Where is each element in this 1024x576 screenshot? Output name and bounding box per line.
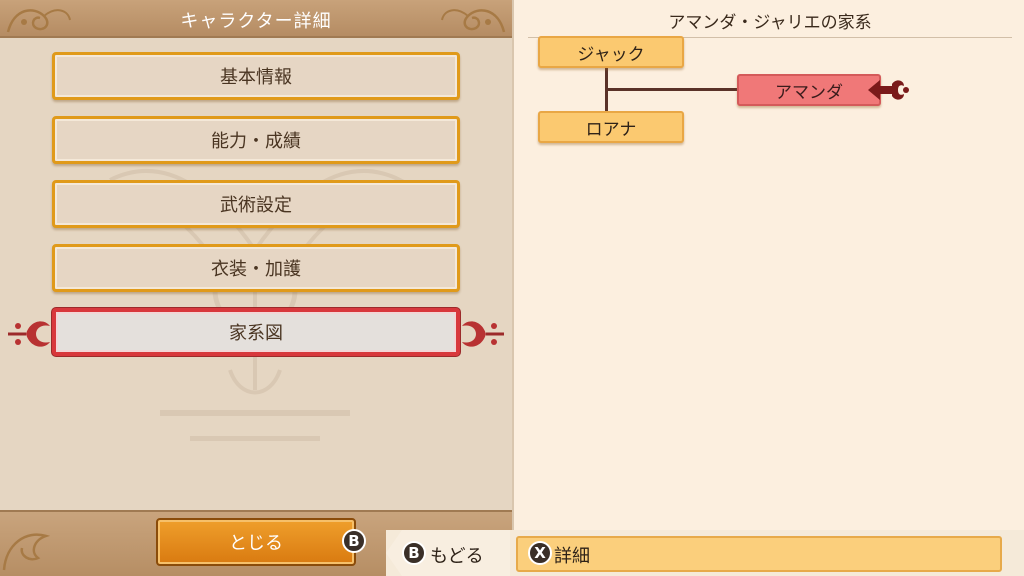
tree-node-mother[interactable]: ロアナ	[538, 111, 684, 143]
menu-ability-record-label: 能力・成績	[211, 131, 301, 152]
menu-martial-settings-label: 武術設定	[220, 195, 292, 216]
tree-node-label: アマンダ	[775, 82, 843, 103]
selection-ornament-left-icon	[8, 321, 50, 347]
selection-ornament-right-icon	[462, 321, 504, 347]
tree-node-label: ジャック	[577, 44, 645, 65]
left-panel-title: キャラクター詳細	[180, 11, 332, 32]
tree-node-father[interactable]: ジャック	[538, 36, 684, 68]
tree-child-connector	[605, 88, 739, 91]
close-button[interactable]: とじる	[156, 518, 356, 566]
back-button-label: もどる	[430, 546, 484, 567]
menu-family-tree-label: 家系図	[229, 323, 283, 344]
close-button-label: とじる	[229, 533, 283, 554]
b-button-icon: B	[342, 529, 366, 553]
b-button-icon: B	[402, 541, 426, 565]
corner-ornament-icon	[441, 9, 506, 33]
menu-costume-blessing-label: 衣装・加護	[211, 259, 301, 280]
x-button-icon: X	[528, 541, 552, 565]
detail-button-label: 詳細	[554, 546, 590, 567]
menu-martial-settings-button[interactable]: 武術設定	[52, 180, 460, 228]
hand-pointer-icon	[868, 80, 909, 100]
menu-family-tree-button[interactable]: 家系図	[52, 308, 460, 356]
left-header: キャラクター詳細	[0, 0, 512, 38]
tree-node-child-selected[interactable]: アマンダ	[737, 74, 881, 106]
corner-ornament-icon	[2, 533, 51, 571]
menu-basic-info-button[interactable]: 基本情報	[52, 52, 460, 100]
family-tree-title: アマンダ・ジャリエの家系	[528, 8, 1012, 38]
menu-basic-info-label: 基本情報	[220, 67, 292, 88]
menu-costume-blessing-button[interactable]: 衣装・加護	[52, 244, 460, 292]
menu-ability-record-button[interactable]: 能力・成績	[52, 116, 460, 164]
tree-node-label: ロアナ	[585, 119, 637, 140]
